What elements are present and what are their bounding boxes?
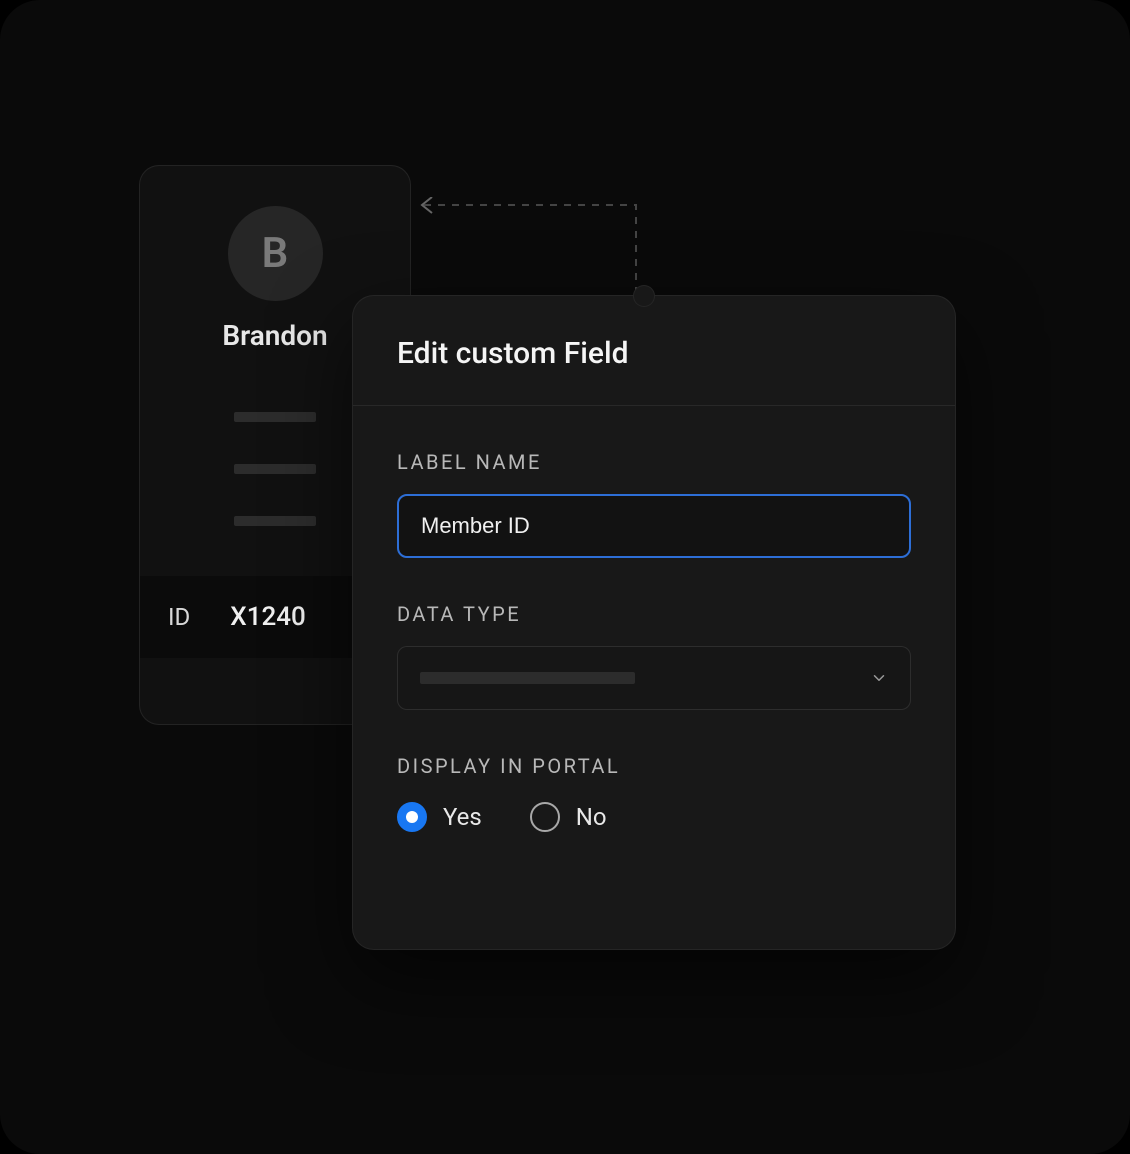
radio-icon [397,802,427,832]
chevron-down-icon [870,669,888,687]
id-value: X1240 [230,602,306,632]
avatar-initial: B [262,229,289,278]
data-type-select[interactable] [397,646,911,710]
display-in-portal-label: DISPLAY IN PORTAL [397,754,911,778]
select-placeholder [420,672,635,684]
placeholder-line [234,516,316,526]
modal-body: LABEL NAME DATA TYPE DISPLAY IN PORTAL Y… [353,406,955,876]
radio-icon [530,802,560,832]
modal-anchor-dot [633,285,655,307]
radio-label-no: No [576,803,607,831]
app-frame: B Brandon ID X1240 Edit custom Field LAB… [0,0,1130,1154]
edit-custom-field-modal: Edit custom Field LABEL NAME DATA TYPE D… [352,295,956,950]
id-label: ID [168,603,190,631]
data-type-label: DATA TYPE [397,602,911,626]
label-name-label: LABEL NAME [397,450,911,474]
radio-dot-icon [406,811,418,823]
placeholder-line [234,464,316,474]
placeholder-line [234,412,316,422]
radio-label-yes: Yes [443,803,482,831]
avatar: B [228,206,323,301]
connector-line [418,197,640,297]
label-name-input[interactable] [397,494,911,558]
radio-option-no[interactable]: No [530,802,607,832]
display-in-portal-radio-group: Yes No [397,802,911,832]
radio-option-yes[interactable]: Yes [397,802,482,832]
modal-title: Edit custom Field [353,296,955,406]
